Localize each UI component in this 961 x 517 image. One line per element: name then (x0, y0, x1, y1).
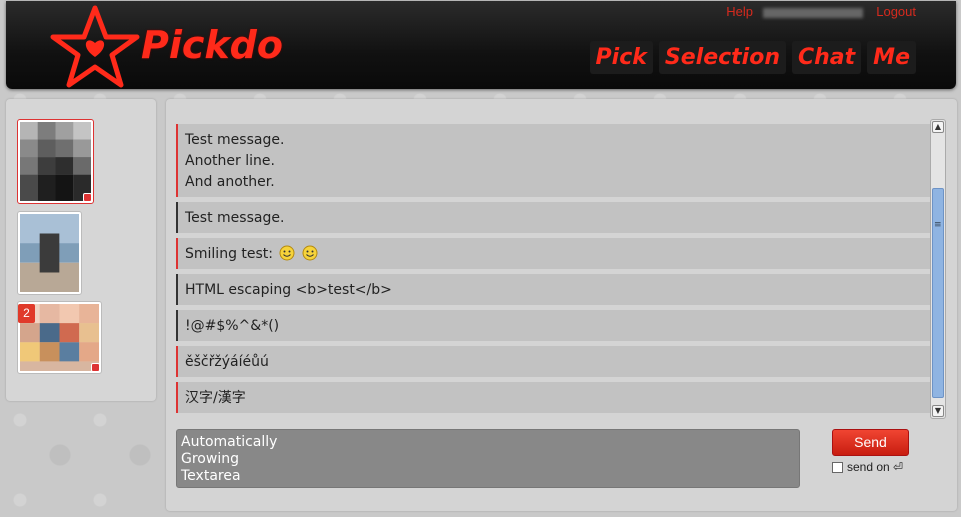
message-line: Test message. (185, 210, 285, 226)
online-indicator (91, 363, 100, 372)
user-email-redacted (762, 7, 863, 18)
app-header: Pickdo Help Logout Pick Selection Chat M… (6, 1, 956, 89)
send-on-enter-option: send on ⏎ (832, 460, 903, 474)
message-item: Smiling test: (176, 238, 932, 269)
unread-badge: 2 (18, 304, 35, 323)
star-logo-icon[interactable] (50, 5, 140, 89)
send-on-enter-checkbox[interactable] (832, 461, 843, 473)
contact-avatar-2[interactable] (17, 211, 82, 295)
message-item: HTML escaping <b>test</b> (176, 274, 932, 305)
nav-selection[interactable]: Selection (658, 41, 786, 74)
send-button[interactable]: Send (832, 429, 909, 456)
logout-link[interactable]: Logout (876, 4, 916, 19)
brand-name[interactable]: Pickdo (141, 23, 283, 67)
scroll-up-icon[interactable]: ▲ (932, 121, 944, 133)
main-nav: Pick Selection Chat Me (589, 41, 916, 74)
message-item: !@#$%^&*() (176, 310, 932, 341)
message-item: ěščřžýáíéůú (176, 346, 932, 377)
message-item: Test message. (176, 202, 932, 233)
nav-me[interactable]: Me (867, 41, 916, 74)
contact-avatar-1[interactable] (17, 119, 94, 204)
message-textarea[interactable]: Automatically Growing Textarea (176, 429, 800, 488)
contact-avatar-3[interactable]: 2 (17, 301, 102, 374)
top-links: Help Logout (720, 4, 916, 19)
message-list[interactable]: Test message. Another line. And another.… (176, 119, 932, 419)
online-indicator (83, 193, 92, 202)
message-item: 汉字/漢字 (176, 382, 932, 413)
avatar (20, 122, 91, 201)
nav-pick[interactable]: Pick (589, 41, 653, 74)
nav-chat[interactable]: Chat (792, 41, 862, 74)
scroll-down-icon[interactable]: ▼ (932, 405, 944, 417)
message-item: Test message. Another line. And another. (176, 124, 932, 197)
smile-emoticon-icon (279, 245, 295, 261)
avatar (20, 214, 79, 292)
scroll-grip-icon: ≡ (934, 220, 942, 230)
message-line: 汉字/漢字 (185, 390, 246, 406)
message-line: !@#$%^&*() (185, 318, 280, 334)
send-on-enter-label: send on ⏎ (847, 460, 904, 474)
message-line: Test message. (185, 132, 285, 148)
message-line: ěščřžýáíéůú (185, 354, 269, 370)
smile-emoticon-icon (302, 245, 318, 261)
message-line: Another line. (185, 153, 275, 169)
message-line: And another. (185, 174, 275, 190)
contacts-sidebar: 2 (6, 99, 156, 401)
chat-panel: Test message. Another line. And another.… (166, 99, 957, 511)
message-scrollbar[interactable]: ▲ ≡ ▼ (930, 119, 946, 419)
help-link[interactable]: Help (726, 4, 753, 19)
message-line: Smiling test: (185, 246, 274, 262)
message-line: HTML escaping <b>test</b> (185, 282, 392, 298)
